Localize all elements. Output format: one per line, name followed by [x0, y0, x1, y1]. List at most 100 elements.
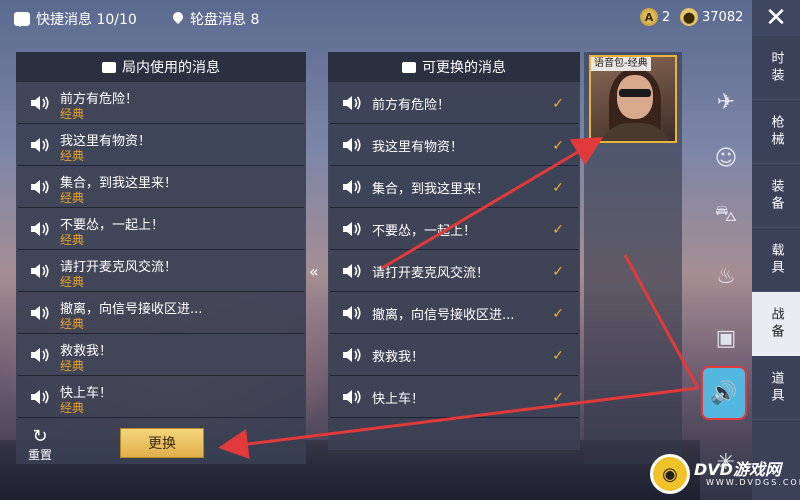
speaker-icon: [30, 179, 50, 195]
watermark: ◉ DVD游戏网 WWW.DVDGS.COM: [650, 452, 800, 496]
tab-combat-gear[interactable]: 战备: [752, 292, 800, 356]
replaceable-message-row[interactable]: 我这里有物资！ ✓: [330, 124, 578, 166]
gamepad-icon: ◉: [650, 454, 690, 494]
replaceable-messages-panel: 可更换的消息 前方有危险！ ✓ 我这里有物资！ ✓ 集合，到我这里来！ ✓ 不要怂，一起上！…: [328, 52, 580, 450]
check-icon: ✓: [552, 222, 564, 238]
check-icon: ✓: [552, 180, 564, 196]
speaker-icon: [342, 137, 362, 153]
message-type: 经典: [60, 233, 85, 247]
tab-weapons[interactable]: 枪械: [752, 100, 800, 164]
check-icon: ✓: [552, 96, 564, 112]
in-game-message-row[interactable]: 前方有危险！ 经典: [18, 82, 304, 124]
category-tabs: 时装 枪械 装备 载具 战备 道具: [752, 36, 800, 500]
in-game-message-row[interactable]: 我这里有物资！ 经典: [18, 124, 304, 166]
speaker-icon: [342, 389, 362, 405]
currency-a-icon: A: [640, 8, 658, 26]
speaker-icon: [342, 221, 362, 237]
tab-props[interactable]: 道具: [752, 356, 800, 420]
replaceable-message-row[interactable]: 快上车！ ✓: [330, 376, 578, 418]
collapse-arrow-icon[interactable]: «: [309, 262, 319, 281]
currency-a-value: 2: [662, 9, 671, 25]
spray-icon[interactable]: ♨: [704, 254, 748, 298]
message-type: 经典: [60, 401, 85, 415]
plane-icon[interactable]: ✈: [704, 80, 748, 124]
avatar-sunglasses: [619, 89, 651, 97]
image-icon[interactable]: ▣: [704, 316, 748, 360]
message-type: 经典: [60, 191, 85, 205]
message-text: 快上车！: [372, 392, 425, 407]
speaker-icon: [30, 305, 50, 321]
in-game-message-row[interactable]: 集合，到我这里来！ 经典: [18, 166, 304, 208]
replaceable-message-row[interactable]: 请打开麦克风交流！ ✓: [330, 250, 578, 292]
replaceable-messages-header: 可更换的消息: [328, 52, 580, 82]
check-icon: ✓: [552, 264, 564, 280]
speaker-icon: [342, 263, 362, 279]
reset-label: 重置: [27, 448, 52, 462]
watermark-sub: WWW.DVDGS.COM: [706, 478, 800, 487]
message-type: 经典: [60, 317, 85, 331]
in-game-message-row[interactable]: 撤离，向信号接收区进... 经典: [18, 292, 304, 334]
speaker-icon: [342, 347, 362, 363]
quick-message-label: 快捷消息 10/10: [36, 12, 137, 28]
category-icon-column: ✈ ☺ ⛍ ♨ ▣ 🔊 ✳: [700, 36, 752, 500]
chat-icon: [14, 12, 30, 27]
wheel-message-tab[interactable]: 轮盘消息 8: [172, 8, 259, 30]
speaker-icon: [30, 95, 50, 111]
message-type: 经典: [60, 149, 85, 163]
wheel-message-label: 轮盘消息 8: [190, 12, 260, 28]
tab-equipment[interactable]: 装备: [752, 164, 800, 228]
message-text: 请打开麦克风交流！: [372, 266, 490, 281]
replaceable-message-row[interactable]: 集合，到我这里来！ ✓: [330, 166, 578, 208]
close-icon: ✕: [765, 3, 787, 33]
message-type: 经典: [60, 107, 85, 121]
in-game-message-row[interactable]: 救救我！ 经典: [18, 334, 304, 376]
message-type: 经典: [60, 275, 85, 289]
message-text: 前方有危险！: [372, 98, 451, 113]
message-text: 我这里有物资！: [372, 140, 464, 155]
watermark-text: DVD游戏网: [694, 460, 781, 479]
coin-icon: ⬤: [680, 8, 698, 26]
voice-pack-icon: [402, 61, 416, 73]
replaceable-message-row[interactable]: 前方有危险！ ✓: [330, 82, 578, 124]
message-text: 集合，到我这里来！: [372, 182, 490, 197]
in-game-message-list: 前方有危险！ 经典 我这里有物资！ 经典 集合，到我这里来！ 经典 不要怂，一起上！ 经典 请打…: [16, 82, 306, 418]
in-game-messages-header: 局内使用的消息: [16, 52, 306, 82]
replaceable-message-row[interactable]: 撤离，向信号接收区进... ✓: [330, 292, 578, 334]
in-game-message-row[interactable]: 不要怂，一起上！ 经典: [18, 208, 304, 250]
speaker-icon: [30, 389, 50, 405]
top-bar: 快捷消息 10/10 轮盘消息 8 A 2 ⬤ 37082: [0, 0, 800, 36]
replaceable-message-list: 前方有危险！ ✓ 我这里有物资！ ✓ 集合，到我这里来！ ✓ 不要怂，一起上！ ✓ 请打开麦克风…: [328, 82, 580, 418]
quick-message-tab[interactable]: 快捷消息 10/10: [14, 8, 137, 30]
in-game-messages-panel: 局内使用的消息 前方有危险！ 经典 我这里有物资！ 经典 集合，到我这里来！ 经典 不要怂，…: [16, 52, 306, 464]
check-icon: ✓: [552, 306, 564, 322]
in-game-messages-title: 局内使用的消息: [122, 60, 220, 76]
chat-bubble-icon: [102, 61, 116, 73]
close-button[interactable]: ✕: [752, 0, 800, 36]
speaker-icon[interactable]: 🔊: [701, 366, 747, 420]
tab-vehicles[interactable]: 载具: [752, 228, 800, 292]
emote-icon[interactable]: ☺: [704, 136, 748, 180]
reset-button[interactable]: ↻ 重置: [22, 428, 58, 463]
message-text: 不要怂，一起上！: [372, 224, 477, 239]
speaker-icon: [30, 137, 50, 153]
currency-b-value: 37082: [702, 9, 744, 25]
speaker-icon: [30, 221, 50, 237]
replaceable-messages-title: 可更换的消息: [422, 60, 506, 76]
in-game-message-row[interactable]: 快上车！ 经典: [18, 376, 304, 418]
avatar-face: [617, 75, 653, 119]
check-icon: ✓: [552, 138, 564, 154]
swap-button[interactable]: 更换: [120, 428, 204, 458]
in-game-message-row[interactable]: 请打开麦克风交流！ 经典: [18, 250, 304, 292]
location-pin-icon: [172, 12, 184, 26]
speaker-icon: [342, 305, 362, 321]
vehicle-icon[interactable]: ⛍: [704, 194, 748, 238]
message-text: 撤离，向信号接收区进...: [372, 308, 515, 323]
speaker-icon: [342, 95, 362, 111]
message-type: 经典: [60, 359, 85, 373]
equipped-check-icon: ✓: [593, 57, 602, 68]
tab-fashion[interactable]: 时装: [752, 36, 800, 100]
replaceable-message-row[interactable]: 救救我！ ✓: [330, 334, 578, 376]
message-text: 救救我！: [372, 350, 425, 365]
replaceable-message-row[interactable]: 不要怂，一起上！ ✓: [330, 208, 578, 250]
voice-pack-card[interactable]: 语音包-经典 ✓: [589, 55, 677, 143]
